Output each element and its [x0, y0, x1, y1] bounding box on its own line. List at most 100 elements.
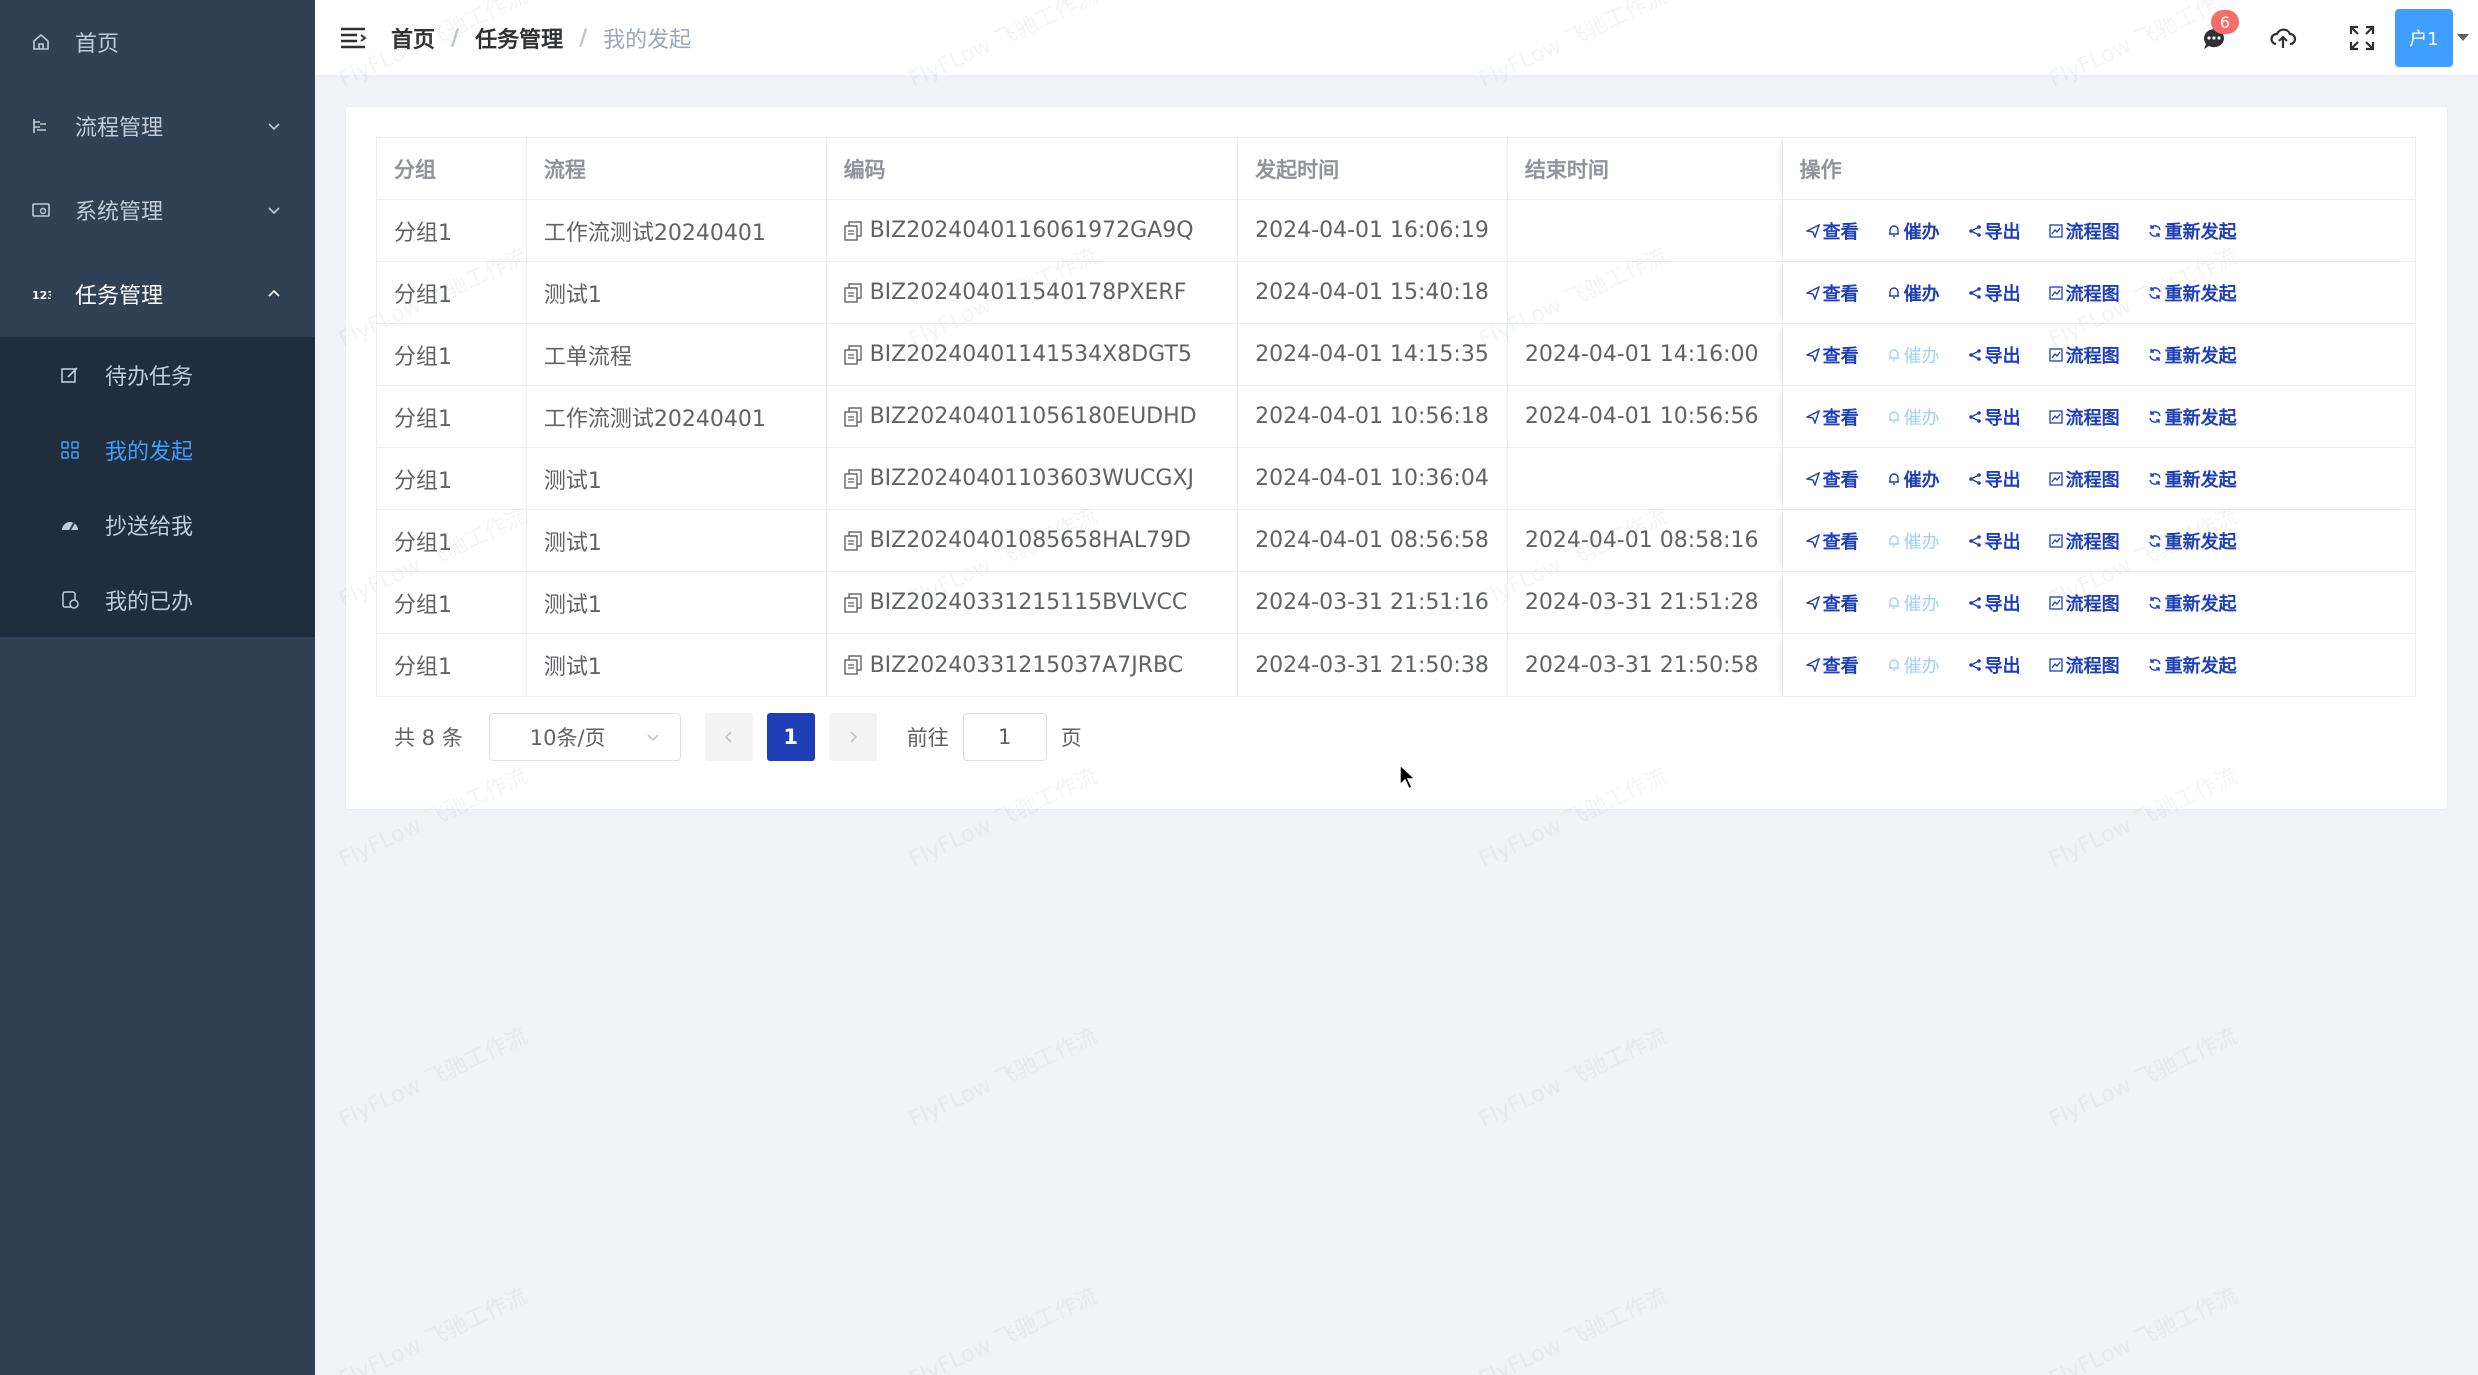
view-button[interactable]: 查看: [1805, 404, 1859, 430]
page-size-select[interactable]: 10条/页: [488, 713, 681, 761]
diagram-button[interactable]: 流程图: [2048, 404, 2120, 430]
pagination-total: 共 8 条: [394, 726, 463, 750]
sidebar-item-system[interactable]: 系统管理: [0, 168, 315, 252]
watermark-text: FlyFLow 飞驰工作流: [1475, 1283, 1672, 1375]
chevron-up-icon: [268, 289, 280, 297]
fullscreen-button[interactable]: [2346, 22, 2378, 54]
restart-button[interactable]: 重新发起: [2148, 404, 2237, 430]
fullscreen-icon: [2349, 25, 2375, 51]
sidebar-subitem-done[interactable]: 我的已办: [0, 562, 315, 637]
user-avatar[interactable]: 户1: [2395, 9, 2453, 67]
diagram-button[interactable]: 流程图: [2048, 528, 2120, 554]
view-button[interactable]: 查看: [1805, 528, 1859, 554]
sidebar-subitem-cc[interactable]: 抄送给我: [0, 487, 315, 562]
urge-button[interactable]: 催办: [1887, 218, 1940, 244]
cell-start-time: 2024-03-31 21:51:16: [1238, 572, 1508, 633]
bell-icon: [1888, 596, 1899, 609]
breadcrumb-current: 我的发起: [603, 28, 692, 53]
urge-button[interactable]: 催办: [1887, 280, 1940, 306]
restart-button[interactable]: 重新发起: [2148, 218, 2237, 244]
sidebar-item-label: 待办任务: [105, 364, 194, 390]
next-page-button[interactable]: [828, 713, 877, 761]
sidebar-item-home[interactable]: 首页: [0, 0, 315, 84]
urge-button[interactable]: 催办: [1887, 590, 1940, 616]
export-button[interactable]: 导出: [1968, 652, 2021, 678]
table-row: 分组1 测试1 BIZ20240401103603WUCGXJ 2024-04-…: [377, 448, 2415, 510]
column-header: 编码: [827, 138, 1239, 199]
urge-button[interactable]: 催办: [1887, 652, 1940, 678]
copy-icon[interactable]: [843, 592, 862, 613]
restart-button[interactable]: 重新发起: [2148, 342, 2237, 368]
chevron-down-icon: [268, 207, 280, 215]
diagram-label: 流程图: [2065, 221, 2120, 243]
export-button[interactable]: 导出: [1968, 590, 2021, 616]
sidebar-subitem-my-started[interactable]: 我的发起: [0, 412, 315, 487]
goto-page-input[interactable]: 1: [962, 713, 1047, 761]
cell-end-time: 2024-04-01 08:58:16: [1508, 510, 1783, 571]
copy-icon[interactable]: [843, 344, 862, 365]
cell-start-time: 2024-03-31 21:50:38: [1238, 634, 1508, 696]
restart-button[interactable]: 重新发起: [2148, 590, 2237, 616]
copy-icon[interactable]: [843, 655, 862, 675]
export-label: 导出: [1984, 656, 2021, 677]
urge-button[interactable]: 催办: [1887, 342, 1940, 368]
restart-button[interactable]: 重新发起: [2148, 466, 2237, 492]
refresh-icon: [2148, 348, 2161, 361]
export-button[interactable]: 导出: [1968, 342, 2021, 368]
diagram-button[interactable]: 流程图: [2048, 590, 2120, 616]
restart-button[interactable]: 重新发起: [2148, 652, 2237, 678]
caret-down-icon[interactable]: [2457, 34, 2469, 41]
diagram-button[interactable]: 流程图: [2048, 218, 2120, 244]
upload-button[interactable]: [2267, 22, 2299, 54]
export-button[interactable]: 导出: [1968, 404, 2021, 430]
view-button[interactable]: 查看: [1805, 218, 1859, 244]
code-text: BIZ202404011540178PXERF: [869, 280, 1187, 305]
diagram-button[interactable]: 流程图: [2048, 342, 2120, 368]
copy-icon[interactable]: [843, 406, 862, 427]
watermark-text: FlyFLow 飞驰工作流: [335, 1023, 532, 1133]
cell-start-time: 2024-04-01 14:15:35: [1238, 324, 1508, 385]
hamburger-icon[interactable]: [339, 24, 367, 52]
watermark-text: FlyFLow 飞驰工作流: [905, 1023, 1102, 1133]
copy-icon[interactable]: [843, 220, 862, 241]
diagram-button[interactable]: 流程图: [2048, 652, 2120, 678]
cell-end-time: 2024-04-01 10:56:56: [1508, 386, 1783, 447]
view-button[interactable]: 查看: [1805, 280, 1859, 306]
export-button[interactable]: 导出: [1968, 218, 2021, 244]
export-button[interactable]: 导出: [1968, 528, 2021, 554]
breadcrumb-task-management[interactable]: 任务管理: [475, 22, 563, 54]
page-number-current[interactable]: 1: [766, 713, 815, 761]
home-icon: [30, 31, 52, 53]
export-label: 导出: [1984, 283, 2021, 305]
copy-icon[interactable]: [843, 530, 862, 551]
export-button[interactable]: 导出: [1968, 466, 2021, 492]
diagram-button[interactable]: 流程图: [2048, 280, 2120, 306]
diagram-label: 流程图: [2065, 283, 2120, 305]
urge-button[interactable]: 催办: [1887, 466, 1940, 492]
refresh-icon: [2148, 596, 2161, 609]
sidebar-subitem-todo[interactable]: 待办任务: [0, 337, 315, 412]
breadcrumb-home[interactable]: 首页: [391, 22, 435, 54]
sidebar-item-flow[interactable]: 流程管理: [0, 84, 315, 168]
view-button[interactable]: 查看: [1805, 466, 1859, 492]
chevron-right-icon: [850, 731, 857, 743]
restart-button[interactable]: 重新发起: [2148, 528, 2237, 554]
send-icon: [1805, 409, 1820, 424]
view-button[interactable]: 查看: [1805, 342, 1859, 368]
diagram-button[interactable]: 流程图: [2048, 466, 2120, 492]
restart-button[interactable]: 重新发起: [2148, 280, 2237, 306]
view-button[interactable]: 查看: [1805, 590, 1859, 616]
prev-page-button[interactable]: [704, 713, 753, 761]
copy-icon[interactable]: [843, 282, 862, 303]
copy-icon[interactable]: [843, 468, 862, 489]
table-row: 分组1 测试1 BIZ202404011540178PXERF 2024-04-…: [377, 262, 2415, 324]
view-button[interactable]: 查看: [1805, 652, 1859, 678]
urge-button[interactable]: 催办: [1887, 528, 1940, 554]
cell-actions: 查看 催办 导出 流程图 重新发起: [1783, 324, 2415, 385]
urge-button[interactable]: 催办: [1887, 404, 1940, 430]
breadcrumb: 首页 / 任务管理 / 我的发起: [391, 22, 691, 54]
sidebar-item-task[interactable]: 123 任务管理: [0, 252, 315, 336]
share-icon: [1968, 410, 1981, 423]
goto-label: 前往: [906, 726, 949, 750]
export-button[interactable]: 导出: [1968, 280, 2021, 306]
